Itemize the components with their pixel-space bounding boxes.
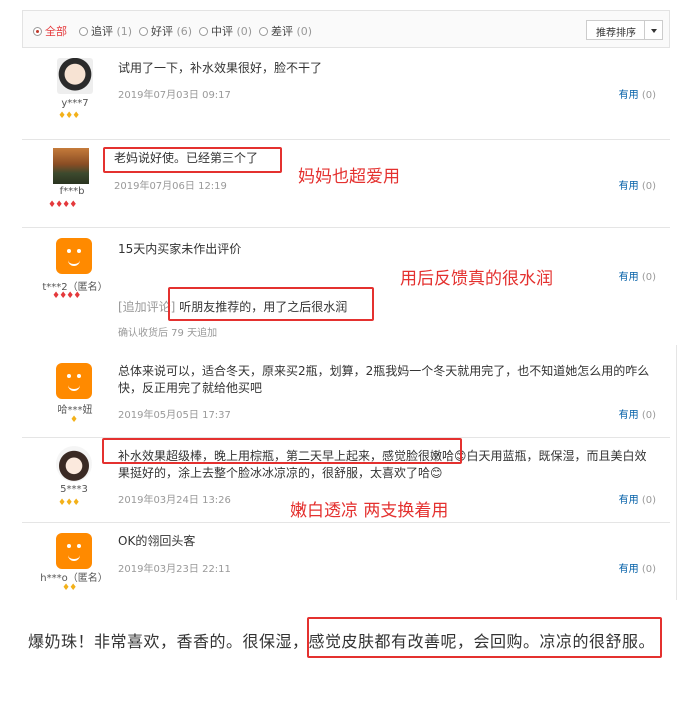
- review-username: 哈***妞: [57, 405, 93, 416]
- avatar[interactable]: [56, 533, 92, 569]
- review-item: y***7 ♦♦♦ 试用了一下，补水效果很好，脸不干了 2019年07月03日 …: [22, 48, 670, 140]
- review-date: 2019年05月05日 17:37: [118, 410, 231, 421]
- filter-negative[interactable]: 差评 (0): [259, 23, 312, 39]
- review-username: 5***3: [60, 484, 88, 495]
- highlight-box: [103, 147, 282, 173]
- useful-button[interactable]: 有用 (0): [619, 86, 656, 101]
- radio-icon: [79, 27, 88, 36]
- review-username: f***b: [59, 186, 85, 197]
- useful-button[interactable]: 有用 (0): [619, 177, 656, 192]
- useful-button[interactable]: 有用 (0): [619, 268, 656, 283]
- filter-all[interactable]: 全部: [33, 23, 67, 39]
- annotation-label: 嫩白透凉 两支换着用: [290, 501, 449, 521]
- highlight-box: [102, 438, 462, 464]
- sort-select[interactable]: 推荐排序: [586, 20, 663, 40]
- radio-icon: [33, 27, 42, 36]
- highlight-box: [168, 287, 374, 321]
- radio-icon: [139, 27, 148, 36]
- review-content: OK的翎回头客: [118, 534, 196, 548]
- member-level-icon: ♦♦: [62, 583, 77, 593]
- radio-icon: [199, 27, 208, 36]
- review-item: 哈***妞 ♦ 总体来说可以，适合冬天，原来买2瓶，划算，2瓶我妈一个冬天就用完…: [22, 353, 670, 438]
- useful-button[interactable]: 有用 (0): [619, 491, 656, 506]
- review-date: 2019年03月23日 22:11: [118, 564, 231, 575]
- member-level-icon: ♦♦♦♦: [48, 200, 77, 210]
- annotation-label: 妈妈也超爱用: [298, 167, 400, 187]
- avatar[interactable]: [57, 58, 93, 94]
- review-filter-bar: 全部 追评 (1) 好评 (6) 中评 (0) 差评 (0) 推荐排序: [22, 10, 670, 48]
- review-item: h***o（匿名） ♦♦ OK的翎回头客 2019年03月23日 22:11 有…: [22, 523, 670, 603]
- filter-positive[interactable]: 好评 (6): [139, 23, 192, 39]
- avatar[interactable]: [56, 238, 92, 274]
- review-date: 2019年07月06日 12:19: [114, 181, 227, 192]
- avatar[interactable]: [53, 148, 89, 184]
- review-date: 2019年03月24日 13:26: [118, 495, 231, 506]
- divider: [676, 345, 677, 600]
- filter-follow-up[interactable]: 追评 (1): [79, 23, 132, 39]
- member-level-icon: ♦: [70, 415, 78, 425]
- review-username: y***7: [61, 98, 89, 109]
- useful-button[interactable]: 有用 (0): [619, 406, 656, 421]
- avatar[interactable]: [56, 446, 92, 482]
- avatar[interactable]: [56, 363, 92, 399]
- review-username: h***o（匿名）: [40, 573, 108, 584]
- follow-up-note: 确认收货后 79 天追加: [118, 328, 218, 339]
- filter-neutral[interactable]: 中评 (0): [199, 23, 252, 39]
- review-content: 试用了一下，补水效果很好，脸不干了: [118, 61, 323, 75]
- review-date: 2019年07月03日 09:17: [118, 90, 231, 101]
- chevron-down-icon[interactable]: [644, 21, 662, 39]
- radio-icon: [259, 27, 268, 36]
- member-level-icon: ♦♦♦: [58, 498, 80, 508]
- member-level-icon: ♦♦♦: [58, 111, 80, 121]
- useful-button[interactable]: 有用 (0): [619, 560, 656, 575]
- review-content: 总体来说可以，适合冬天，原来买2瓶，划算，2瓶我妈一个冬天就用完了，也不知道她怎…: [118, 364, 650, 395]
- review-content: 15天内买家未作出评价: [118, 242, 242, 256]
- annotation-label: 用后反馈真的很水润: [400, 269, 553, 289]
- bottom-review-text: 爆奶珠！非常喜欢，香香的。很保湿，感觉皮肤都有改善呢，会回购。凉凉的很舒服。: [28, 632, 656, 651]
- member-level-icon: ♦♦♦♦: [52, 291, 81, 301]
